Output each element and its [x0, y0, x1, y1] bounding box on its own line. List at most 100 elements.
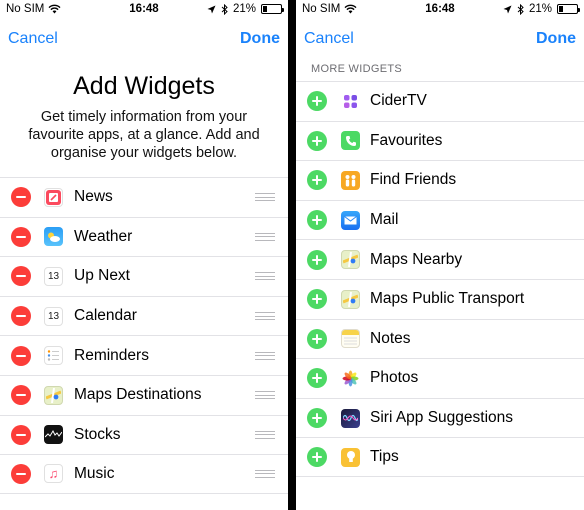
battery-percent: 21%: [528, 3, 552, 15]
cancel-button[interactable]: Cancel: [304, 30, 354, 48]
reorder-handle-icon[interactable]: [255, 391, 275, 400]
status-bar: No SIM 16:48 21%: [296, 0, 584, 20]
add-widget-button[interactable]: [307, 130, 327, 151]
reminders-icon: [44, 346, 63, 366]
widget-row: Mail: [296, 199, 584, 240]
widget-row: News: [0, 177, 288, 217]
widget-label: Up Next: [74, 267, 130, 285]
widget-label: Tips: [370, 448, 399, 466]
widget-label: News: [74, 188, 113, 206]
cidertv-icon: [341, 91, 360, 111]
status-indicators: 21%: [207, 3, 284, 15]
status-indicators: 21%: [503, 3, 580, 15]
done-button[interactable]: Done: [536, 30, 576, 48]
reorder-handle-icon[interactable]: [255, 272, 275, 281]
remove-widget-button[interactable]: [11, 424, 31, 445]
add-widget-button[interactable]: [307, 91, 327, 112]
widget-label: Maps Public Transport: [370, 290, 525, 308]
section-header-label: MORE WIDGETS: [311, 63, 402, 75]
reorder-handle-icon[interactable]: [255, 351, 275, 360]
remove-widget-button[interactable]: [11, 306, 31, 327]
widget-label: Favourites: [370, 131, 443, 149]
widget-row: 13 Calendar: [0, 295, 288, 336]
calendar-day-text: 13: [47, 310, 60, 322]
add-widget-button[interactable]: [307, 408, 327, 429]
maps-icon: [341, 250, 360, 270]
calendar-day-text: 13: [47, 270, 60, 282]
battery-icon: [261, 4, 284, 14]
siri-icon: [341, 408, 360, 428]
add-widget-button[interactable]: [307, 170, 327, 191]
widget-row: Tips: [296, 437, 584, 477]
stocks-icon: [44, 425, 63, 445]
remove-widget-button[interactable]: [11, 266, 31, 287]
phone-icon: [341, 131, 360, 151]
status-bar: No SIM 16:48 21%: [0, 0, 288, 20]
reorder-handle-icon[interactable]: [255, 232, 275, 241]
widget-label: CiderTV: [370, 92, 427, 110]
add-widget-button[interactable]: [307, 328, 327, 349]
widget-row: ♫ Music: [0, 454, 288, 494]
bluetooth-icon: [221, 3, 228, 15]
remove-widget-button[interactable]: [11, 385, 31, 406]
add-widget-button[interactable]: [307, 210, 327, 231]
widget-label: Music: [74, 464, 115, 482]
add-widget-button[interactable]: [307, 447, 327, 468]
battery-percent: 21%: [232, 3, 256, 15]
tips-icon: [341, 447, 360, 467]
active-widgets-list: News Weather 13 Up Next 13 Calendar Remi…: [0, 177, 288, 494]
add-widget-button[interactable]: [307, 249, 327, 270]
remove-widget-button[interactable]: [11, 226, 31, 247]
widget-row: Find Friends: [296, 160, 584, 200]
section-header: MORE WIDGETS: [296, 58, 584, 82]
add-widget-button[interactable]: [307, 289, 327, 310]
remove-widget-button[interactable]: [11, 187, 31, 208]
widget-label: Weather: [74, 227, 133, 245]
panel-divider: [288, 0, 296, 510]
maps-icon: [341, 289, 360, 309]
widget-label: Photos: [370, 369, 419, 387]
widget-row: 13 Up Next: [0, 256, 288, 296]
widget-label: Siri App Suggestions: [370, 409, 514, 427]
widget-row: Maps Nearby: [296, 239, 584, 279]
reorder-handle-icon[interactable]: [255, 193, 275, 202]
cancel-button[interactable]: Cancel: [8, 30, 58, 48]
mail-icon: [341, 210, 360, 230]
photos-icon: [341, 368, 360, 388]
widget-label: Reminders: [74, 346, 149, 364]
widget-label: Notes: [370, 329, 411, 347]
widget-label: Maps Nearby: [370, 250, 463, 268]
reorder-handle-icon[interactable]: [255, 469, 275, 478]
widget-row: Maps Destinations: [0, 374, 288, 415]
weather-icon: [44, 227, 63, 247]
widget-row: Siri App Suggestions: [296, 397, 584, 438]
reorder-handle-icon[interactable]: [255, 312, 275, 321]
add-widget-button[interactable]: [307, 368, 327, 389]
music-icon: ♫: [44, 464, 63, 484]
news-icon: [44, 187, 63, 207]
widget-row: Favourites: [296, 120, 584, 161]
nav-bar: Cancel Done: [296, 28, 584, 50]
widget-label: Mail: [370, 211, 399, 229]
widget-row: Maps Public Transport: [296, 278, 584, 319]
page-title: Add Widgets: [73, 72, 215, 100]
page-subtitle: Get timely information from your favouri…: [28, 109, 260, 161]
widget-row: CiderTV: [296, 81, 584, 121]
widget-row: Photos: [296, 358, 584, 398]
screenshot-pair: No SIM 16:48 21% Cancel Done Add Widgets…: [0, 0, 584, 510]
remove-widget-button[interactable]: [11, 463, 31, 484]
widget-row: Weather: [0, 216, 288, 257]
widget-label: Calendar: [74, 307, 137, 325]
location-arrow-icon: [503, 5, 512, 13]
location-arrow-icon: [207, 5, 216, 13]
widget-row: Stocks: [0, 414, 288, 455]
more-widgets-screen: No SIM 16:48 21% Cancel Done MORE WIDGET…: [296, 0, 584, 510]
widget-row: Notes: [296, 318, 584, 359]
bluetooth-icon: [517, 3, 524, 15]
notes-icon: [341, 329, 360, 349]
add-widgets-screen: No SIM 16:48 21% Cancel Done Add Widgets…: [0, 0, 288, 510]
nav-bar: Cancel Done: [0, 28, 288, 50]
done-button[interactable]: Done: [240, 30, 280, 48]
remove-widget-button[interactable]: [11, 345, 31, 366]
reorder-handle-icon[interactable]: [255, 430, 275, 439]
